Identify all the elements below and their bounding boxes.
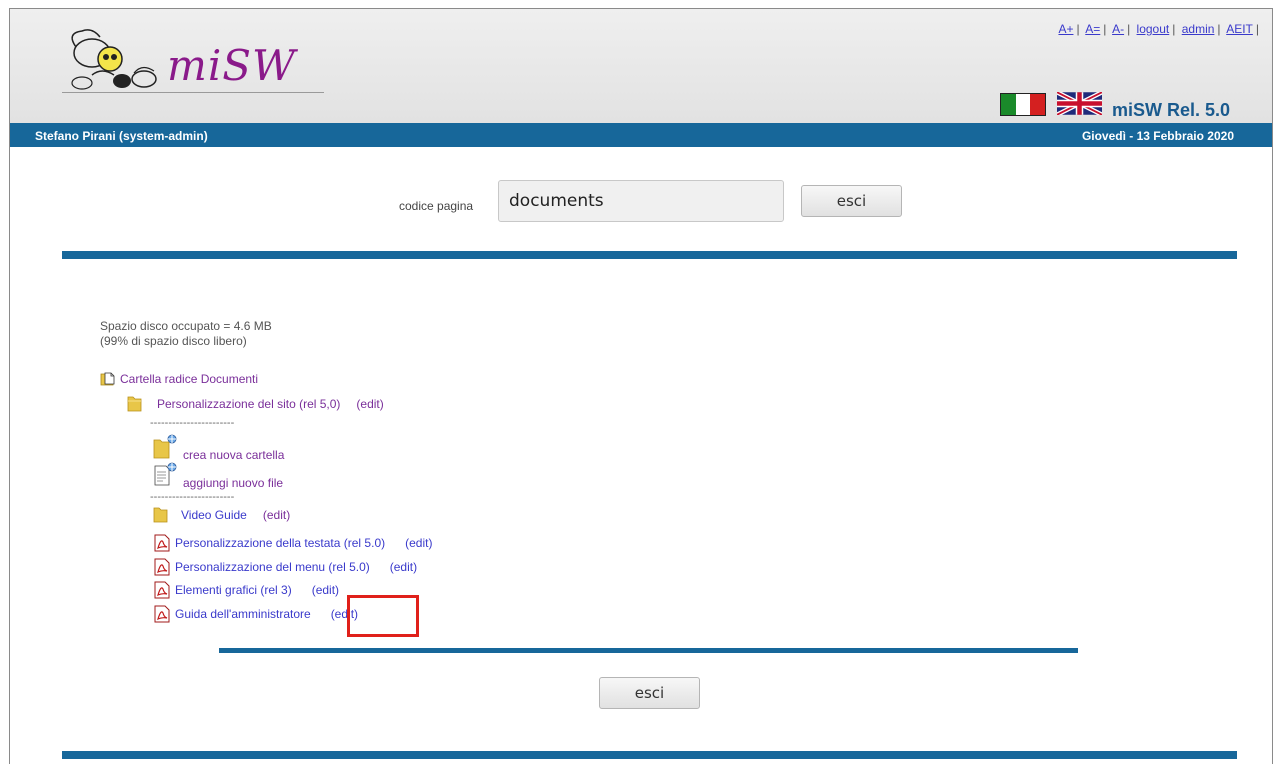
video-guide-link[interactable]: Video Guide <box>181 508 247 522</box>
new-file-icon <box>154 462 177 486</box>
list-item: Guida dell'amministratore (edit) <box>153 605 358 623</box>
italian-flag-icon[interactable] <box>1000 93 1046 116</box>
graphic-elements-edit-link[interactable]: (edit) <box>312 583 339 597</box>
menu-customization-edit-link[interactable]: (edit) <box>390 560 417 574</box>
page-code-label: codice pagina <box>399 199 474 213</box>
disk-usage: Spazio disco occupato = 4.6 MB (99% di s… <box>100 319 272 349</box>
list-item: Personalizzazione della testata (rel 5.0… <box>153 534 432 552</box>
new-folder-icon <box>153 434 177 459</box>
open-folder-icon <box>100 372 115 386</box>
divider-middle <box>219 648 1078 653</box>
site-customization-folder-link[interactable]: Personalizzazione del sito (rel 5,0) <box>157 397 340 411</box>
list-item: Personalizzazione del menu (rel 5.0) (ed… <box>153 558 417 576</box>
pdf-icon <box>154 558 170 576</box>
folder-icon <box>153 507 168 523</box>
disk-free-text: (99% di spazio disco libero) <box>100 334 247 348</box>
pdf-icon <box>154 534 170 552</box>
tree-root: Cartella radice Documenti <box>100 371 258 387</box>
exit-button-top[interactable]: esci <box>801 185 902 217</box>
user-bar: Stefano Pirani (system-admin) Giovedì - … <box>10 123 1272 147</box>
admin-link[interactable]: admin <box>1182 22 1215 36</box>
aeit-link[interactable]: AEIT <box>1226 22 1253 36</box>
tree-folder-row: Personalizzazione del sito (rel 5,0) (ed… <box>127 395 384 412</box>
graphic-elements-link[interactable]: Elementi grafici (rel 3) <box>175 583 292 597</box>
folder-icon <box>127 396 142 412</box>
release-label: miSW Rel. 5.0 <box>1112 100 1231 120</box>
add-file-link[interactable]: aggiungi nuovo file <box>183 476 283 490</box>
pdf-icon <box>154 605 170 623</box>
font-decrease-link[interactable]: A- <box>1112 22 1124 36</box>
font-increase-link[interactable]: A+ <box>1058 22 1073 36</box>
header-customization-edit-link[interactable]: (edit) <box>405 536 432 550</box>
new-folder-row: crea nuova cartella <box>153 432 284 462</box>
header-customization-link[interactable]: Personalizzazione della testata (rel 5.0… <box>175 536 385 550</box>
separator-top: ----------------------- <box>150 417 235 429</box>
logo-text: miSW <box>167 41 297 90</box>
menu-customization-link[interactable]: Personalizzazione del menu (rel 5.0) <box>175 560 370 574</box>
logo-underline <box>62 92 324 93</box>
list-item: Elementi grafici (rel 3) (edit) <box>153 581 339 599</box>
divider-bottom <box>62 751 1237 759</box>
header: miSW A+ | A= | A- | logout | admin | AEIT | mi… <box>10 9 1272 123</box>
user-name: Stefano Pirani (system-admin) <box>35 129 208 143</box>
new-file-row: aggiungi nuovo file <box>153 460 283 490</box>
top-links: A+ | A= | A- | logout | admin | AEIT | <box>1058 22 1259 36</box>
folder-edit-link[interactable]: (edit) <box>356 397 383 411</box>
font-reset-link[interactable]: A= <box>1085 22 1100 36</box>
root-folder-link[interactable]: Cartella radice Documenti <box>120 372 258 386</box>
list-item: Video Guide (edit) <box>153 506 290 523</box>
admin-guide-edit-link[interactable]: (edit) <box>331 607 358 621</box>
separator-bottom: ----------------------- <box>150 491 235 503</box>
page-frame: miSW A+ | A= | A- | logout | admin | AEIT | mi… <box>9 8 1273 764</box>
exit-button-bottom[interactable]: esci <box>599 677 700 709</box>
divider-top <box>62 251 1237 259</box>
uk-flag-icon[interactable] <box>1057 92 1102 115</box>
logout-link[interactable]: logout <box>1137 22 1170 36</box>
admin-guide-link[interactable]: Guida dell'amministratore <box>175 607 311 621</box>
current-date: Giovedì - 13 Febbraio 2020 <box>1081 129 1234 143</box>
page-code-input[interactable] <box>498 180 784 222</box>
pdf-icon <box>154 581 170 599</box>
video-guide-edit-link[interactable]: (edit) <box>263 508 290 522</box>
mascot-logo-icon <box>71 29 157 90</box>
disk-used-text: Spazio disco occupato = 4.6 MB <box>100 319 272 333</box>
